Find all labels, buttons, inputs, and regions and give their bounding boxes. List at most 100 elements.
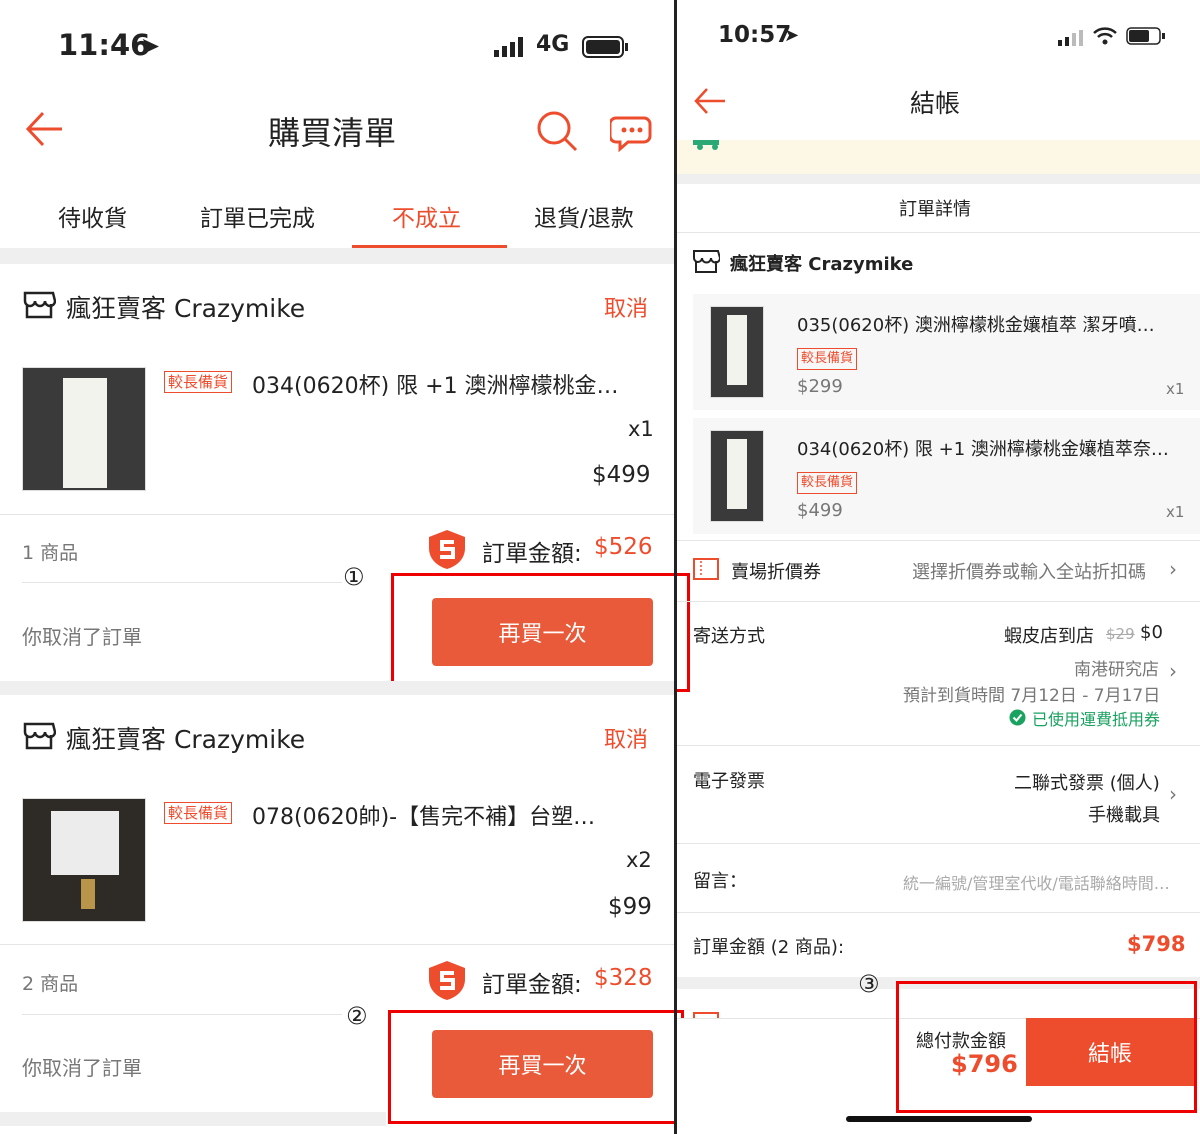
status-time: 11:46: [58, 28, 151, 62]
voucher-value[interactable]: 選擇折價券或輸入全站折扣碼: [912, 558, 1146, 584]
voucher-icon: [693, 1006, 719, 1018]
search-icon[interactable]: [536, 110, 578, 152]
order-total-label: 訂單金額:: [482, 972, 582, 998]
shop-name[interactable]: 瘋狂賣客 Crazymike: [66, 289, 305, 325]
order-total-label: 訂單金額 (2 商品):: [693, 937, 845, 958]
product-price: $499: [592, 462, 651, 488]
product-quantity: x2: [626, 848, 652, 872]
divider: [0, 944, 674, 945]
chevron-right-icon[interactable]: ›: [1169, 782, 1177, 806]
shield-icon: [426, 528, 468, 570]
shop-icon: [22, 721, 57, 751]
chevron-right-icon[interactable]: ›: [1169, 557, 1177, 581]
order-status: 取消: [604, 297, 649, 322]
item-count: 2 商品: [22, 973, 79, 995]
tab-completed[interactable]: 訂單已完成: [200, 199, 315, 233]
battery-icon: [582, 36, 630, 58]
tab-to-receive[interactable]: 待收貨: [58, 199, 127, 233]
shop-icon: [692, 249, 722, 275]
voucher-icon: [693, 558, 719, 580]
invoice-carrier[interactable]: 手機載具: [1088, 801, 1160, 827]
product-image[interactable]: [22, 798, 146, 922]
cancel-note: 你取消了訂單: [22, 625, 142, 649]
network-label: 4G: [536, 32, 570, 57]
shipping-coupon: 已使用運費抵用券: [1032, 710, 1161, 729]
message-label: 留言：: [693, 871, 747, 892]
home-indicator: [846, 1116, 1032, 1122]
annotation-marker: ③: [858, 970, 880, 998]
battery-icon: [1126, 27, 1166, 45]
divider: [677, 745, 1200, 746]
check-circle-icon: [1009, 709, 1026, 726]
shipping-label: 寄送方式: [693, 626, 765, 647]
divider: [677, 843, 1200, 844]
page-title: 結帳: [910, 89, 961, 118]
product-image: [710, 306, 764, 398]
tab-cancelled[interactable]: 不成立: [392, 199, 461, 233]
annotation-marker: ①: [343, 563, 365, 591]
chevron-right-icon[interactable]: ›: [1169, 659, 1177, 683]
section-separator: [0, 681, 674, 695]
order-status: 取消: [604, 728, 649, 753]
shop-icon: [22, 290, 57, 320]
wifi-icon: [1092, 26, 1118, 46]
product-name[interactable]: 078(0620帥)-【售完不補】台塑…: [252, 799, 595, 831]
invoice-label: 電子發票: [693, 771, 765, 792]
highlight-box: [896, 981, 1197, 1113]
annotation-marker: ②: [346, 1002, 368, 1030]
section-separator: [0, 1112, 386, 1126]
product-name: 035(0620杯) 澳洲檸檬桃金孃植萃 潔牙噴…: [797, 315, 1155, 336]
long-prep-badge: 較長備貨: [797, 348, 858, 370]
shop-name[interactable]: 瘋狂賣客 Crazymike: [66, 720, 305, 756]
location-arrow-icon: ➤: [784, 25, 800, 46]
shipping-fee: $0: [1140, 622, 1163, 643]
chat-icon[interactable]: [608, 112, 656, 153]
divider: [677, 912, 1200, 913]
invoice-type[interactable]: 二聯式發票 (個人): [1014, 769, 1160, 795]
section-separator: [677, 174, 1200, 184]
divider: [677, 540, 1200, 541]
signal-icon: [1058, 30, 1084, 46]
product-price: $299: [797, 376, 843, 397]
product-quantity: x1: [1166, 503, 1185, 521]
product-image: [710, 430, 764, 522]
divider: [0, 514, 674, 515]
item-count: 1 商品: [22, 542, 79, 564]
highlight-box: [388, 1010, 684, 1124]
product-quantity: x1: [1166, 380, 1185, 398]
delivery-eta: 預計到貨時間 7月12日 - 7月17日: [903, 686, 1161, 706]
back-arrow-icon[interactable]: [24, 108, 66, 150]
shop-name[interactable]: 瘋狂賣客 Crazymike: [730, 250, 913, 276]
long-prep-badge: 較長備貨: [164, 371, 233, 393]
product-quantity: x1: [628, 417, 654, 441]
product-name: 034(0620杯) 限 +1 澳洲檸檬桃金孃植萃奈…: [797, 439, 1169, 460]
section-title: 訂單詳情: [899, 199, 971, 220]
coupon-banner: [677, 140, 1200, 174]
page-title: 購買清單: [268, 114, 397, 152]
product-price: $99: [608, 894, 652, 920]
message-input[interactable]: 統一編號/管理室代收/電話聯絡時間…: [903, 870, 1170, 894]
voucher-label[interactable]: 賣場折價券: [731, 558, 821, 584]
order-total: $526: [594, 534, 653, 560]
section-separator: [0, 248, 674, 264]
shield-icon: [426, 959, 468, 1001]
divider: [677, 232, 1200, 233]
divider: [677, 601, 1200, 602]
order-total: $798: [1127, 932, 1186, 956]
long-prep-badge: 較長備貨: [164, 802, 233, 824]
shipping-method[interactable]: 蝦皮店到店: [1004, 622, 1094, 648]
order-total-label: 訂單金額:: [482, 541, 582, 567]
divider: [22, 1014, 342, 1015]
signal-icon: [494, 37, 524, 57]
back-arrow-icon[interactable]: [693, 86, 727, 116]
shipping-old-fee: $29: [1106, 625, 1135, 643]
highlight-box: [391, 573, 690, 692]
divider: [22, 582, 342, 583]
truck-icon: [693, 140, 731, 150]
location-arrow-icon: ➤: [140, 32, 161, 60]
product-name[interactable]: 034(0620杯) 限 +1 澳洲檸檬桃金…: [252, 368, 619, 400]
cancel-note: 你取消了訂單: [22, 1056, 142, 1080]
tab-return-refund[interactable]: 退貨/退款: [534, 199, 634, 233]
product-price: $499: [797, 500, 843, 521]
product-image[interactable]: [22, 367, 146, 491]
